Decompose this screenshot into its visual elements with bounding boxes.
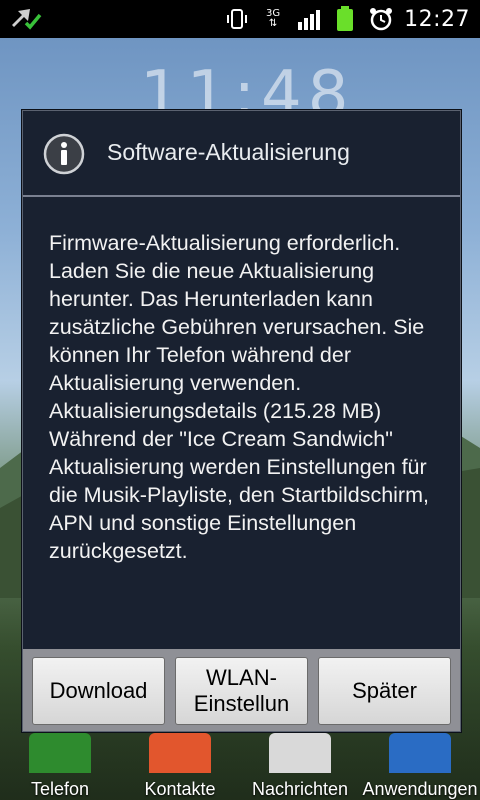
- wlan-button-label-line1: WLAN-: [206, 665, 277, 690]
- dock-item-apps[interactable]: Anwendungen: [360, 733, 480, 800]
- later-button[interactable]: Später: [318, 657, 451, 725]
- data-arrows-icon: ⇅: [268, 18, 278, 29]
- dialog-button-bar: Download WLAN- Einstellun Später: [23, 649, 460, 731]
- vibrate-icon: [224, 6, 250, 32]
- signal-strength-icon: [296, 6, 322, 32]
- later-button-label: Später: [352, 678, 417, 703]
- dock-item-contacts[interactable]: Kontakte: [120, 733, 240, 800]
- phone-icon: [29, 733, 91, 773]
- wlan-settings-button[interactable]: WLAN- Einstellun: [175, 657, 308, 725]
- dock-item-messages[interactable]: Nachrichten: [240, 733, 360, 800]
- software-update-dialog: Software-Aktualisierung Firmware-Aktuali…: [22, 110, 461, 732]
- dialog-title: Software-Aktualisierung: [107, 139, 350, 165]
- dialog-message: Firmware-Aktualisierung erforderlich. La…: [49, 231, 429, 563]
- dock-label-messages: Nachrichten: [251, 779, 349, 799]
- dock-label-contacts: Kontakte: [144, 779, 216, 799]
- status-time: 12:27: [404, 6, 470, 32]
- dialog-header: Software-Aktualisierung: [23, 111, 460, 197]
- status-bar: 3G ⇅ 12:27: [0, 0, 480, 38]
- dock-item-phone[interactable]: Telefon: [0, 733, 120, 800]
- messages-icon: [269, 733, 331, 773]
- download-button[interactable]: Download: [32, 657, 165, 725]
- battery-icon: [332, 6, 358, 32]
- download-button-label: Download: [49, 678, 148, 703]
- home-dock: Telefon Kontakte Nachrichten Anwendungen: [0, 726, 480, 800]
- wlan-button-label-line2: Einstellun: [193, 691, 290, 716]
- apps-icon: [389, 733, 451, 773]
- dock-label-apps: Anwendungen: [362, 779, 478, 799]
- dock-label-phone: Telefon: [30, 779, 90, 799]
- update-notification-icon[interactable]: [8, 5, 44, 33]
- 3g-data-icon: 3G ⇅: [260, 6, 286, 32]
- contacts-icon: [149, 733, 211, 773]
- alarm-icon: [368, 6, 394, 32]
- info-icon: [43, 133, 85, 175]
